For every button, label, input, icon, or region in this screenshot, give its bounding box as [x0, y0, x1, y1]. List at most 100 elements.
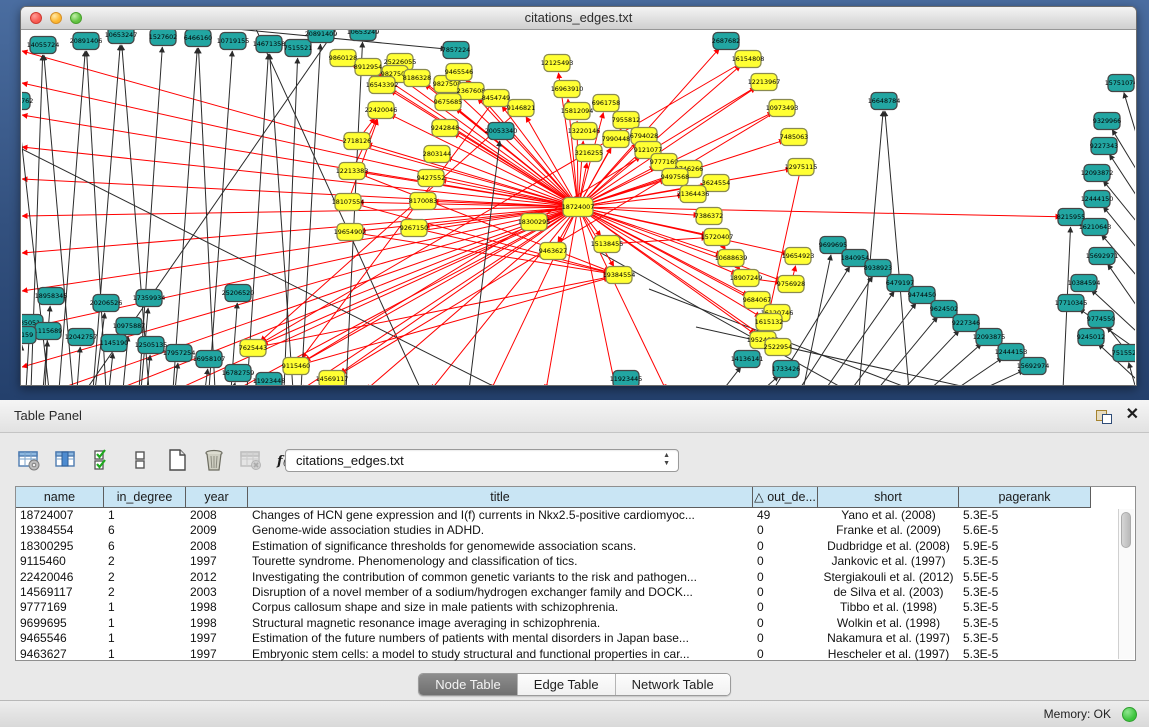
cell-out_de[interactable]: 0: [753, 600, 818, 615]
teal-node-9624502[interactable]: 9624502: [930, 301, 958, 318]
yellow-node-10973493[interactable]: 10973493: [766, 100, 799, 117]
cell-in_degree[interactable]: 6: [104, 539, 186, 554]
column-header-pagerank[interactable]: pagerank: [959, 487, 1091, 508]
cell-short[interactable]: Dudbridge et al. (2008): [818, 539, 959, 554]
cell-title[interactable]: Genome-wide association studies in ADHD.: [248, 523, 753, 538]
cell-title[interactable]: Corpus callosum shape and size in male p…: [248, 600, 753, 615]
cell-title[interactable]: Investigating the contribution of common…: [248, 570, 753, 585]
cell-name[interactable]: 9777169: [16, 600, 104, 615]
cell-in_degree[interactable]: 2: [104, 554, 186, 569]
yellow-node-2803144[interactable]: 2803144: [423, 146, 451, 163]
yellow-node-12975115[interactable]: 12975115: [785, 159, 818, 176]
teal-node-16210643[interactable]: 16210643: [1079, 219, 1112, 236]
cell-short[interactable]: Hescheler et al. (1997): [818, 647, 959, 662]
yellow-node-16154808[interactable]: 16154808: [732, 51, 765, 68]
yellow-node-18724007[interactable]: 18724007: [562, 198, 595, 217]
yellow-node-19654902[interactable]: 19654902: [334, 224, 367, 241]
cell-in_degree[interactable]: 1: [104, 600, 186, 615]
yellow-node-8912954[interactable]: 8912954: [354, 59, 382, 76]
yellow-node-2522954[interactable]: 2522954: [764, 339, 792, 356]
float-panel-icon[interactable]: [1096, 407, 1112, 423]
cell-title[interactable]: Changes of HCN gene expression and I(f) …: [248, 508, 753, 523]
row-select-icon[interactable]: [90, 447, 116, 473]
teal-node-9227346[interactable]: 9227346: [952, 315, 980, 332]
yellow-node-16543392[interactable]: 16543392: [366, 77, 399, 94]
table-row[interactable]: 946362711997Embryonic stem cells: a mode…: [16, 647, 1135, 662]
teal-node-9774550[interactable]: 9774550: [1087, 311, 1115, 328]
teal-node-16782759[interactable]: 16782759: [222, 365, 255, 382]
yellow-node-9497568[interactable]: 9497568: [661, 169, 689, 186]
table-row[interactable]: 911546021997Tourette syndrome. Phenomeno…: [16, 554, 1135, 569]
yellow-node-12125493[interactable]: 12125493: [541, 55, 574, 72]
cell-in_degree[interactable]: 2: [104, 585, 186, 600]
column-header-out_de[interactable]: △ out_de...: [753, 487, 818, 508]
yellow-node-7990448[interactable]: 7990448: [602, 131, 630, 148]
yellow-node-16963910[interactable]: 16963910: [551, 81, 584, 98]
cell-name[interactable]: 9699695: [16, 616, 104, 631]
yellow-node-10688639[interactable]: 10688639: [715, 250, 748, 267]
teal-node-12042757[interactable]: 12042757: [65, 329, 98, 346]
cell-in_degree[interactable]: 1: [104, 631, 186, 646]
cell-pagerank[interactable]: 5.6E-5: [959, 523, 1091, 538]
delete-table-icon[interactable]: [238, 447, 264, 473]
cell-pagerank[interactable]: 5.3E-5: [959, 647, 1091, 662]
table-row[interactable]: 1938455462009Genome-wide association stu…: [16, 523, 1135, 538]
teal-node-14136141[interactable]: 14136141: [731, 351, 764, 368]
cell-year[interactable]: 2009: [186, 523, 248, 538]
cell-name[interactable]: 18724007: [16, 508, 104, 523]
cell-title[interactable]: Tourette syndrome. Phenomenology and cla…: [248, 554, 753, 569]
cell-name[interactable]: 9115460: [16, 554, 104, 569]
tab-network-table[interactable]: Network Table: [616, 674, 730, 695]
column-header-short[interactable]: short: [818, 487, 959, 508]
teal-node-17957254[interactable]: 17957254: [163, 345, 196, 362]
teal-node-17710345[interactable]: 17710345: [1055, 295, 1088, 312]
teal-node-12444150[interactable]: 12444150: [1081, 191, 1114, 208]
table-mode-icon[interactable]: [16, 447, 42, 473]
teal-node-18958345[interactable]: 18958345: [35, 288, 68, 305]
window-titlebar[interactable]: citations_edges.txt: [21, 7, 1136, 30]
delete-icon[interactable]: [201, 447, 227, 473]
yellow-node-13220146[interactable]: 13220146: [568, 123, 601, 140]
cell-year[interactable]: 1997: [186, 631, 248, 646]
teal-node-11923448[interactable]: 11923448: [253, 373, 286, 386]
cell-title[interactable]: Structural magnetic resonance image aver…: [248, 616, 753, 631]
cell-out_de[interactable]: 0: [753, 539, 818, 554]
teal-node-8938923[interactable]: 8938923: [864, 260, 892, 277]
teal-node-12093875[interactable]: 12093875: [973, 329, 1006, 346]
cell-short[interactable]: Tibbo et al. (1998): [818, 600, 959, 615]
teal-node-7857224[interactable]: 7857224: [442, 42, 470, 59]
yellow-node-21364436[interactable]: 21364436: [677, 186, 710, 203]
teal-node-6466160[interactable]: 6466160: [184, 30, 212, 47]
network-graph[interactable]: 1872400798601288912954252260559827505165…: [22, 30, 1135, 385]
new-document-icon[interactable]: [164, 447, 190, 473]
teal-node-17359934[interactable]: 17359934: [133, 290, 166, 307]
cell-year[interactable]: 1998: [186, 616, 248, 631]
yellow-node-2718126[interactable]: 2718126: [343, 133, 371, 150]
teal-node-7515521[interactable]: 7515521: [284, 40, 312, 57]
teal-node-9245012[interactable]: 9245012: [1077, 329, 1105, 346]
cell-short[interactable]: Franke et al. (2009): [818, 523, 959, 538]
teal-node-1145190[interactable]: 1145190: [100, 335, 128, 352]
cell-year[interactable]: 2008: [186, 508, 248, 523]
cell-year[interactable]: 1997: [186, 647, 248, 662]
yellow-node-15138455[interactable]: 15138455: [591, 236, 624, 253]
cell-pagerank[interactable]: 5.3E-5: [959, 631, 1091, 646]
yellow-node-9675685[interactable]: 9675685: [434, 94, 462, 111]
yellow-node-7485063[interactable]: 7485063: [780, 129, 808, 146]
teal-node-9329966[interactable]: 9329966: [1093, 113, 1121, 130]
cell-out_de[interactable]: 0: [753, 631, 818, 646]
table-row[interactable]: 1872400712008Changes of HCN gene express…: [16, 508, 1135, 523]
teal-node-15692974[interactable]: 15692974: [1017, 358, 1050, 375]
vertical-scrollbar[interactable]: [1118, 509, 1134, 659]
teal-node-11923445[interactable]: 11923445: [610, 371, 643, 386]
node-table[interactable]: namein_degreeyeartitle△ out_de...shortpa…: [15, 486, 1136, 661]
yellow-node-9267150[interactable]: 9267150: [400, 220, 428, 237]
close-panel-icon[interactable]: ✕: [1126, 407, 1139, 423]
cell-short[interactable]: Stergiakouli et al. (2012): [818, 570, 959, 585]
cell-out_de[interactable]: 0: [753, 554, 818, 569]
yellow-node-1615132[interactable]: 1615132: [755, 314, 783, 331]
yellow-node-15812094[interactable]: 15812094: [561, 103, 594, 120]
column-header-in_degree[interactable]: in_degree: [104, 487, 186, 508]
tab-node-table[interactable]: Node Table: [419, 674, 518, 695]
teal-node-16648784[interactable]: 16648784: [868, 93, 901, 110]
